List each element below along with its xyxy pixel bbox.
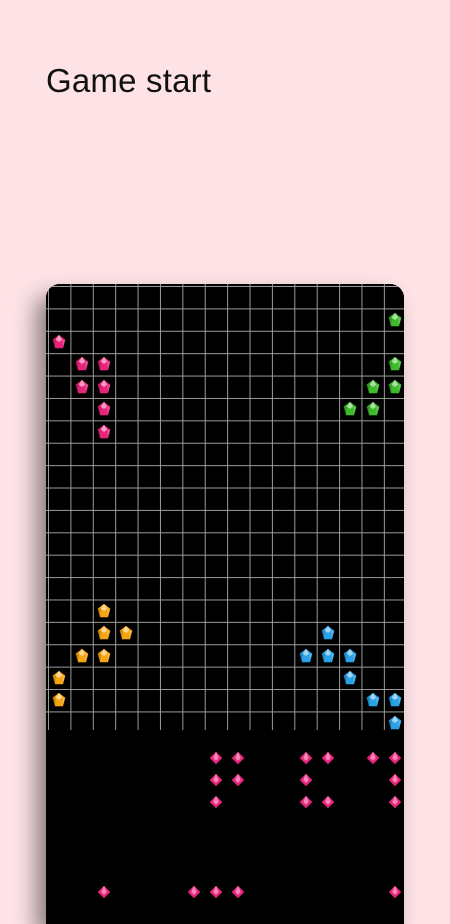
caption-title: Game start — [46, 62, 212, 99]
tray-pink-gem-icon[interactable] — [388, 751, 402, 765]
tray-pink-gem-icon[interactable] — [299, 795, 313, 809]
pink-gem-icon — [74, 379, 90, 395]
blue-gem-icon — [342, 670, 358, 686]
tray-pink-gem-icon[interactable] — [388, 885, 402, 899]
piece-tray[interactable] — [46, 730, 404, 924]
blue-gem-icon — [298, 647, 314, 664]
pink-gem-icon — [96, 423, 112, 440]
pink-gem-icon — [96, 401, 112, 417]
tray-pink-gem-icon[interactable] — [321, 751, 335, 765]
phone-screen — [46, 284, 404, 924]
blue-gem-icon — [320, 647, 336, 664]
tray-pink-gem-icon[interactable] — [321, 795, 335, 809]
blue-gem-icon — [387, 715, 403, 731]
orange-gem-icon — [51, 670, 67, 686]
tray-pink-gem-icon[interactable] — [231, 885, 245, 899]
blue-gem-icon — [320, 625, 336, 641]
orange-gem-icon — [74, 647, 90, 664]
tray-pink-gem-icon[interactable] — [209, 885, 223, 899]
tray-pink-gem-icon[interactable] — [299, 751, 313, 765]
orange-gem-icon — [96, 603, 112, 619]
game-board-grid[interactable] — [46, 284, 404, 730]
tray-pink-gem-icon[interactable] — [209, 795, 223, 809]
blue-gem-icon — [342, 647, 358, 664]
tray-pink-gem-icon[interactable] — [231, 773, 245, 787]
green-gem-icon — [387, 379, 403, 395]
tray-pink-gem-icon[interactable] — [231, 751, 245, 765]
tray-pink-gem-icon[interactable] — [187, 885, 201, 899]
pink-gem-icon — [74, 356, 90, 372]
green-gem-icon — [387, 356, 403, 372]
orange-gem-icon — [118, 625, 134, 641]
green-gem-icon — [365, 379, 381, 395]
pink-gem-icon — [96, 356, 112, 372]
tray-pink-gem-icon[interactable] — [209, 751, 223, 765]
blue-gem-icon — [365, 692, 381, 708]
green-gem-icon — [342, 401, 358, 417]
green-gem-icon — [365, 401, 381, 417]
tray-pink-gem-icon[interactable] — [209, 773, 223, 787]
orange-gem-icon — [96, 647, 112, 664]
blue-gem-icon — [387, 692, 403, 708]
tray-pink-gem-icon[interactable] — [366, 751, 380, 765]
green-gem-icon — [387, 311, 403, 328]
tray-pink-gem-icon[interactable] — [299, 773, 313, 787]
orange-gem-icon — [96, 625, 112, 641]
tray-pink-gem-icon[interactable] — [388, 773, 402, 787]
orange-gem-icon — [51, 692, 67, 708]
pink-gem-icon — [96, 379, 112, 395]
pink-gem-icon — [51, 334, 67, 350]
tray-pink-gem-icon[interactable] — [388, 795, 402, 809]
tray-pink-gem-icon[interactable] — [97, 885, 111, 899]
